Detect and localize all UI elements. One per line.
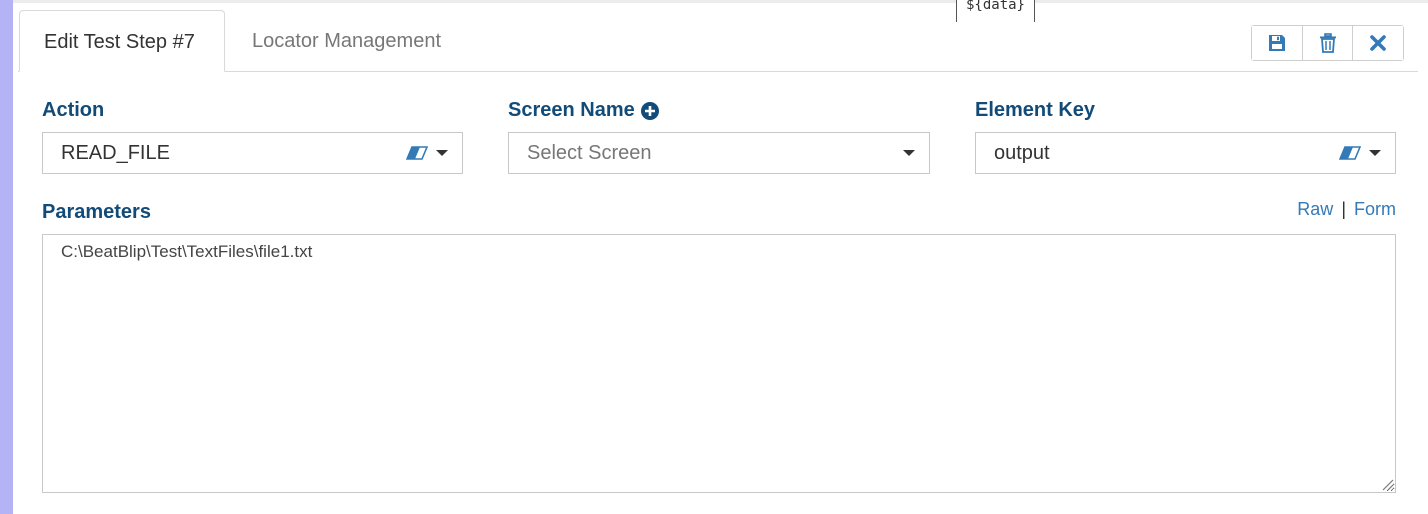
screen-select-placeholder: Select Screen (527, 141, 652, 164)
element-key-select[interactable]: output (975, 132, 1396, 174)
eraser-icon[interactable] (406, 146, 428, 160)
chevron-down-icon[interactable] (436, 149, 448, 157)
delete-button[interactable] (1302, 26, 1354, 60)
resize-handle-icon[interactable] (1380, 477, 1394, 491)
parameters-label: Parameters (42, 201, 151, 223)
trash-icon (1319, 33, 1336, 53)
plus-circle-icon[interactable] (640, 101, 659, 120)
chevron-down-icon[interactable] (903, 149, 915, 157)
close-icon (1370, 35, 1386, 51)
parameters-textarea[interactable]: C:\BeatBlip\Test\TextFiles\file1.txt (42, 234, 1396, 493)
tab-edit-test-step[interactable]: Edit Test Step #7 (19, 10, 225, 72)
form-mode-link[interactable]: Form (1354, 199, 1396, 219)
save-icon (1268, 35, 1285, 51)
mode-separator: | (1341, 199, 1346, 219)
tab-locator-management[interactable]: Locator Management (228, 10, 465, 72)
action-select[interactable]: READ_FILE (42, 132, 463, 174)
element-key-label: Element Key (975, 99, 1096, 121)
element-key-value: output (994, 141, 1050, 164)
top-divider (13, 0, 1428, 3)
screen-select[interactable]: Select Screen (508, 132, 930, 174)
screen-name-label: Screen Name (508, 99, 659, 122)
action-button-group (1251, 25, 1404, 61)
variable-tooltip: ${data} (956, 0, 1035, 22)
left-accent-bar (0, 0, 13, 514)
raw-mode-link[interactable]: Raw (1297, 199, 1333, 219)
eraser-icon[interactable] (1339, 146, 1361, 160)
close-button[interactable] (1353, 26, 1404, 60)
chevron-down-icon[interactable] (1369, 149, 1381, 157)
save-button[interactable] (1252, 26, 1303, 60)
parameter-mode-switch: Raw | Form (1297, 199, 1396, 220)
action-value: READ_FILE (61, 141, 170, 164)
action-label: Action (42, 99, 105, 121)
